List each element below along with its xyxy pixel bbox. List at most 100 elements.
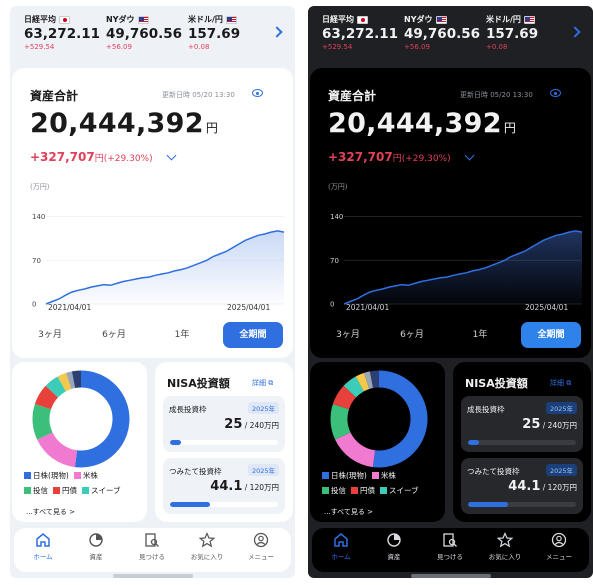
growth-progress	[170, 440, 278, 445]
nav-favorites[interactable]: お気に入り	[182, 532, 232, 561]
growth-used: 25	[224, 417, 243, 432]
legend-swatch	[351, 487, 358, 494]
legend-label: 日株(現物)	[33, 471, 69, 480]
x-tick-end: 2025/04/01	[525, 303, 569, 312]
gain-summary: +327,707円(+29.30%)	[328, 150, 451, 164]
nav-label: 見つける	[139, 553, 165, 561]
growth-label: 成長投資枠	[467, 405, 505, 414]
nav-assets[interactable]: 資産	[71, 532, 121, 561]
period-6m[interactable]: 6ヶ月	[94, 322, 134, 348]
gain-value: +327,707	[328, 150, 393, 164]
period-6m[interactable]: 6ヶ月	[392, 322, 432, 348]
see-all-link[interactable]: ...すべて見る >	[26, 507, 75, 517]
allocation-card[interactable]: 日株(現物) 米株 投信 円債 スイーブ ...すべて見る >	[12, 362, 147, 522]
nav-menu[interactable]: メニュー	[236, 532, 286, 561]
chevron-right-icon[interactable]	[569, 26, 581, 38]
nav-discover[interactable]: 見つける	[425, 532, 475, 561]
total-assets: 20,444,392 円	[328, 108, 516, 139]
ticker-bar[interactable]: 日経平均 63,272.11 +529.54 NYダウ 49,760.56 +5…	[10, 6, 295, 64]
nav-label: 見つける	[437, 553, 463, 561]
period-3m[interactable]: 3ヶ月	[328, 322, 368, 348]
allocation-donut	[330, 370, 428, 468]
y-tick-label: 0	[330, 301, 334, 309]
donut-slice	[355, 372, 370, 392]
nisa-tsumitate-box[interactable]: つみたて投資枠 2025年 44.1 / 120万円	[461, 458, 583, 514]
ticker-nydow: NYダウ 49,760.56 +56.09	[404, 14, 480, 51]
ticker-usdjpy: 米ドル/円 157.69 +0.08	[486, 14, 538, 51]
donut-slice	[335, 431, 376, 468]
nav-discover[interactable]: 見つける	[127, 532, 177, 561]
asset-chart: 0 70 140	[32, 213, 285, 309]
asset-total-card: 資産合計 更新日時 05/20 13:30 20,444,392 円 +327,7…	[310, 68, 591, 358]
nisa-tsumitate-box[interactable]: つみたて投資枠 2025年 44.1 / 120万円	[163, 458, 285, 514]
chevron-down-icon[interactable]	[464, 150, 475, 161]
allocation-donut	[32, 370, 130, 468]
nav-menu[interactable]: メニュー	[534, 532, 584, 561]
donut-slice	[34, 385, 59, 410]
chart-area	[46, 230, 284, 304]
nav-label: 資産	[387, 553, 401, 561]
donut-slice	[37, 431, 78, 468]
legend-label: 円債	[62, 486, 77, 495]
asset-title: 資産合計	[30, 89, 79, 103]
chevron-right-icon[interactable]	[271, 26, 283, 38]
home-icon	[334, 533, 348, 547]
period-3m[interactable]: 3ヶ月	[30, 322, 70, 348]
chevron-down-icon[interactable]	[166, 150, 177, 161]
period-all[interactable]: 全期間	[223, 322, 283, 348]
nav-label: お気に入り	[488, 553, 522, 561]
legend-swatch	[53, 487, 60, 494]
legend-label: 円債	[360, 486, 375, 495]
y-axis-unit: (万円)	[30, 183, 50, 191]
ticker-name: 米ドル/円	[188, 15, 223, 24]
nav-home[interactable]: ホーム	[18, 532, 68, 561]
legend-label: 投信	[33, 486, 48, 495]
pie-icon	[89, 533, 103, 547]
eye-icon[interactable]	[252, 89, 263, 97]
nav-favorites[interactable]: お気に入り	[480, 532, 530, 561]
nisa-detail-link[interactable]: 詳細 ⧉	[550, 378, 571, 388]
nisa-title: NISA投資額	[465, 377, 528, 390]
tsumitate-progress-fill	[468, 502, 508, 507]
total-value: 20,444,392	[328, 108, 502, 139]
ticker-name: NYダウ	[404, 15, 433, 24]
period-all[interactable]: 全期間	[521, 322, 581, 348]
tsumitate-label: つみたて投資枠	[169, 467, 222, 476]
growth-progress-fill	[170, 440, 182, 445]
external-link-icon: ⧉	[268, 379, 274, 387]
legend-swatch	[82, 487, 89, 494]
allocation-card[interactable]: 日株(現物) 米株 投信 円債 スイーブ ...すべて見る >	[310, 362, 445, 522]
donut-slice	[372, 370, 428, 468]
ticker-name: 日経平均	[322, 15, 354, 24]
legend-item: 日株(現物)	[24, 470, 69, 481]
ticker-value: 49,760.56	[404, 26, 481, 42]
period-1y[interactable]: 1年	[462, 322, 498, 348]
detail-label: 詳細	[252, 379, 266, 387]
x-tick-start: 2021/04/01	[48, 303, 92, 312]
eye-icon[interactable]	[550, 89, 561, 97]
legend-item: 円債	[53, 485, 77, 496]
donut-slice	[45, 376, 67, 398]
tsumitate-label: つみたて投資枠	[467, 467, 520, 476]
nav-home[interactable]: ホーム	[316, 532, 366, 561]
nav-label: ホーム	[33, 553, 53, 561]
ticker-change: +56.09	[404, 43, 430, 51]
updated-time: 更新日時 05/20 13:30	[162, 91, 235, 99]
home-icon	[36, 533, 50, 547]
period-1y[interactable]: 1年	[164, 322, 200, 348]
nisa-detail-link[interactable]: 詳細 ⧉	[252, 378, 273, 388]
nisa-growth-box[interactable]: 成長投資枠 2025年 25 / 240万円	[461, 396, 583, 452]
see-all-link[interactable]: ...すべて見る >	[324, 507, 373, 517]
y-axis-unit: (万円)	[328, 183, 348, 191]
nisa-growth-box[interactable]: 成長投資枠 2025年 25 / 240万円	[163, 396, 285, 452]
external-link-icon: ⧉	[566, 379, 572, 387]
tsumitate-progress	[170, 502, 278, 507]
ticker-nikkei: 日経平均 63,272.11 +529.54	[24, 14, 100, 51]
legend-item: 投信	[322, 485, 346, 496]
nav-assets[interactable]: 資産	[369, 532, 419, 561]
ticker-bar[interactable]: 日経平均 63,272.11 +529.54 NYダウ 49,760.56 +5…	[308, 6, 593, 64]
period-selector: 3ヶ月 6ヶ月 1年 全期間	[12, 322, 293, 348]
year-badge: 2025年	[247, 464, 279, 476]
year-badge: 2025年	[545, 402, 577, 414]
japan-flag-icon	[357, 15, 368, 24]
